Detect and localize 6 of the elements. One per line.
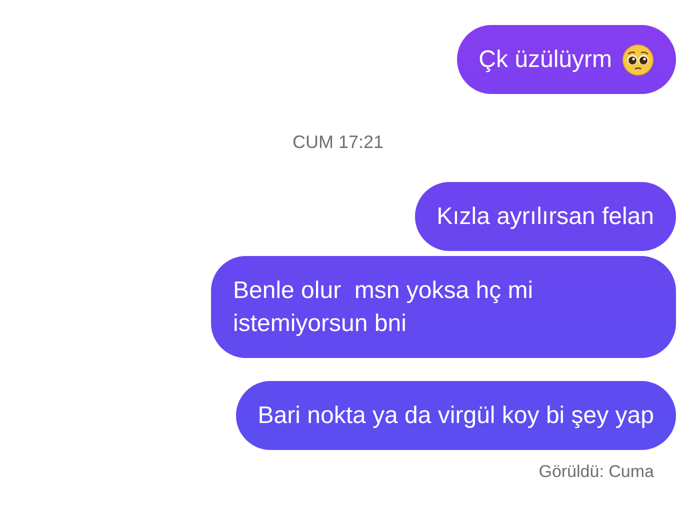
- message-bubble: Benle olur msn yoksa hç mi istemiyorsun bni: [211, 256, 676, 358]
- seen-status: Görüldü: Cuma: [538, 462, 654, 482]
- message-bubble: Bari nokta ya da virgül koy bi şey yap: [236, 381, 676, 450]
- timestamp: CUM 17:21: [292, 132, 384, 152]
- message-bubble: Çk üzülüyrm: [456, 25, 676, 94]
- message-bubble: Kızla ayrılırsan felan: [414, 182, 676, 251]
